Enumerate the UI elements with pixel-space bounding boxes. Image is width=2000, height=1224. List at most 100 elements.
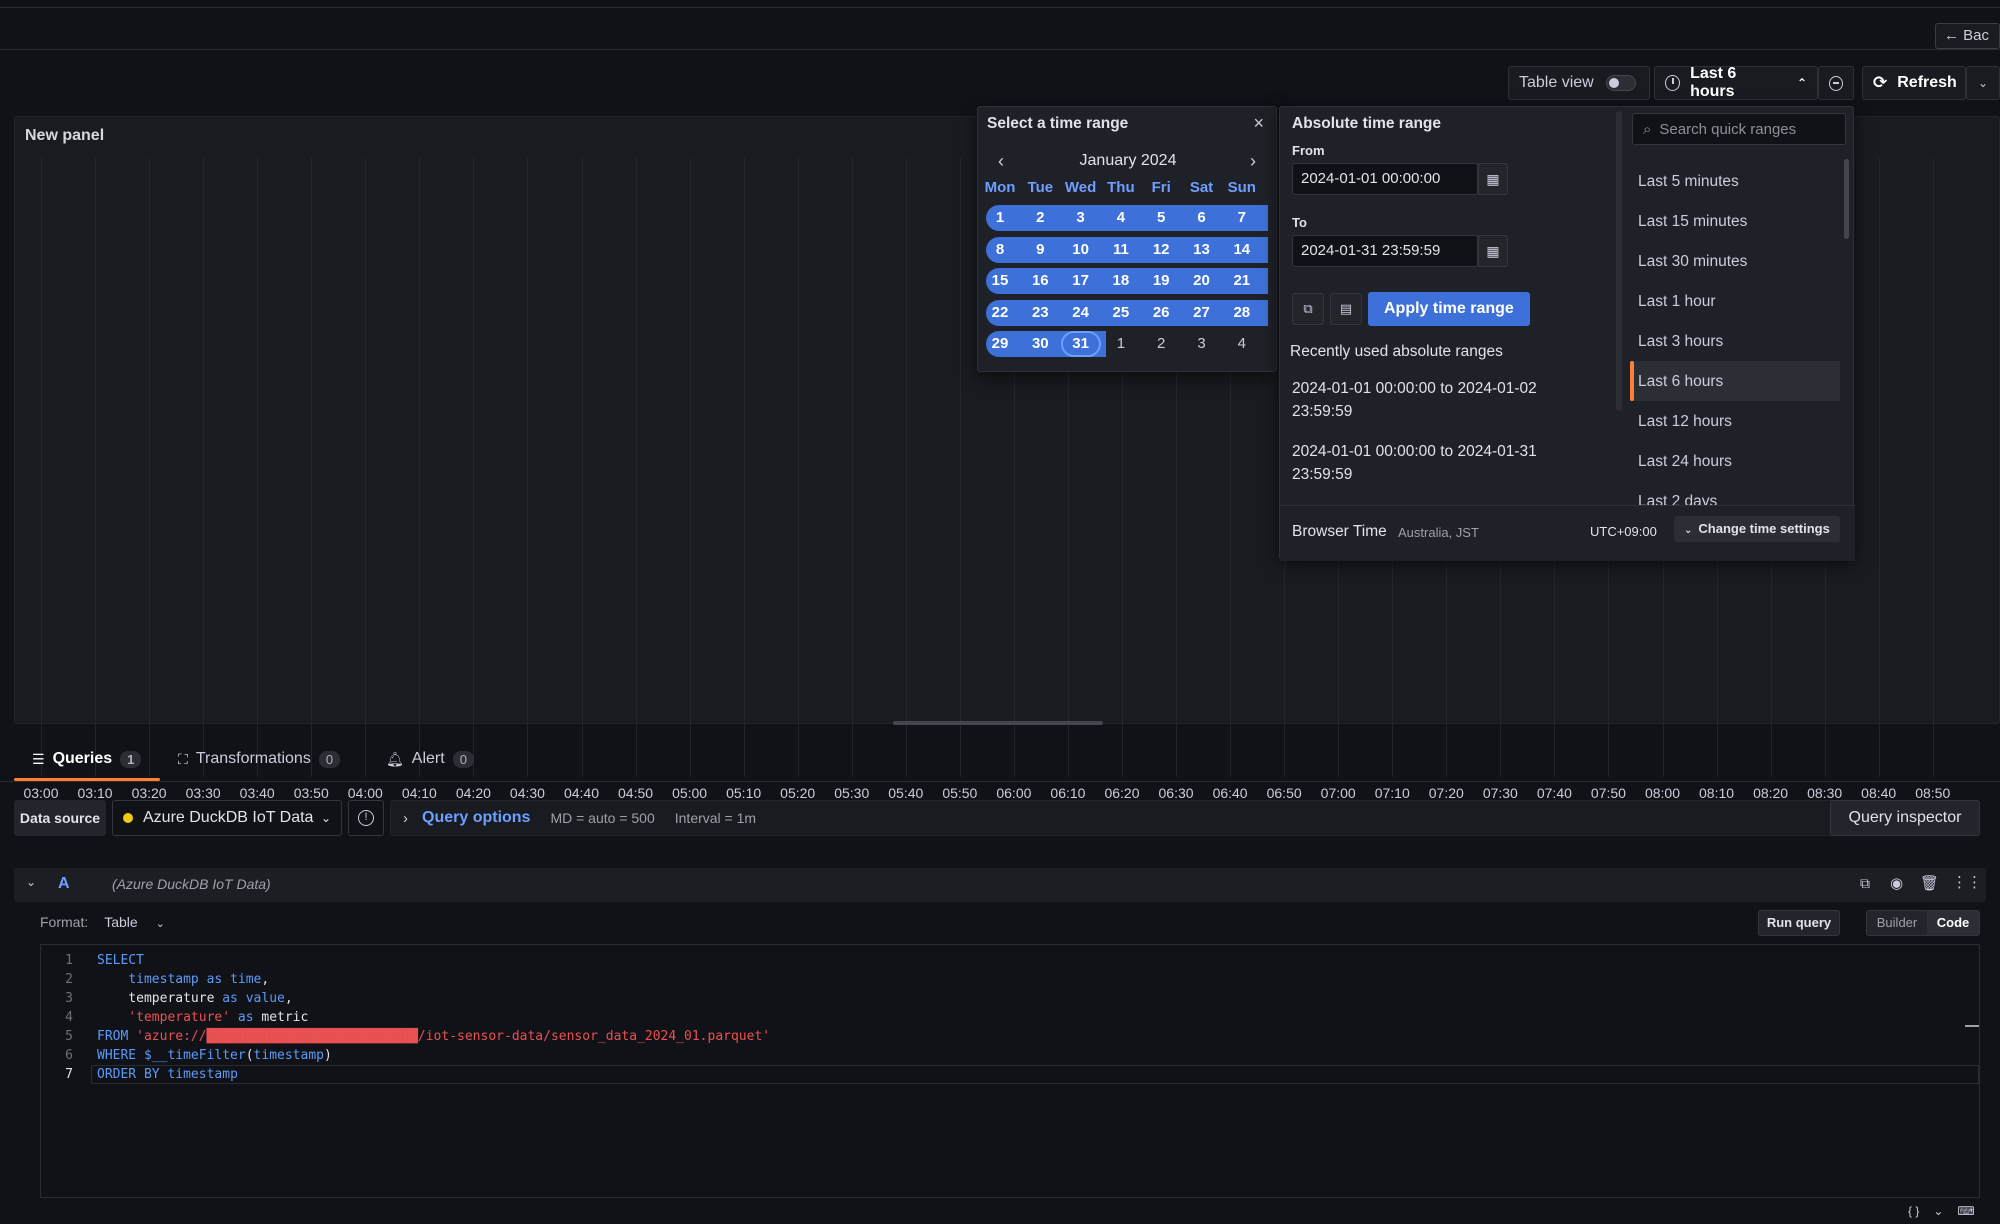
calendar-day[interactable]: 1 [980,205,1020,231]
time-range-picker-button[interactable]: Last 6 hours ⌃ [1654,65,1818,100]
calendar-day[interactable]: 17 [1061,268,1101,294]
duplicate-icon[interactable]: ⧉ [1860,875,1870,892]
calendar-day[interactable]: 11 [1101,237,1141,263]
quick-range-item[interactable]: Last 3 hours [1638,333,1723,351]
quick-range-item[interactable]: Last 6 hours [1638,373,1723,391]
tab-queries[interactable]: ☰ Queries 1 [32,750,142,768]
copy-range-button[interactable]: ⧉ [1292,293,1324,325]
quick-range-item[interactable]: Last 5 minutes [1638,173,1739,191]
calendar-day[interactable]: 3 [1061,205,1101,231]
back-button[interactable]: ← Bac [1934,23,2000,49]
recent-range-item[interactable]: 2024-01-01 00:00:00 to 2024-01-02 23:59:5… [1292,377,1612,423]
quick-range-item[interactable]: Last 1 hour [1638,293,1716,311]
calendar-day[interactable]: 16 [1020,268,1060,294]
calendar-day[interactable]: 26 [1141,300,1181,326]
calendar-day[interactable]: 15 [980,268,1020,294]
tab-transformations[interactable]: ⛶ Transformations 0 [178,750,341,768]
calendar-day[interactable]: 2 [1141,331,1181,357]
quick-range-item[interactable]: Last 30 minutes [1638,253,1747,271]
tab-alert[interactable]: 🔔︎ Alert 0 [386,750,474,768]
query-options-link[interactable]: Query options [422,809,530,827]
toggle-switch[interactable] [1605,75,1636,91]
dashboard-header: ← Bac [0,8,2000,50]
transformations-count: 0 [318,750,341,768]
calendar-day[interactable]: 9 [1020,237,1060,263]
refresh-button[interactable]: ⟳ Refresh [1862,66,1966,100]
to-calendar-button[interactable]: ▦ [1478,235,1508,267]
builder-mode-button[interactable]: Builder [1867,911,1927,935]
from-calendar-button[interactable]: ▦ [1478,163,1508,195]
calendar-day[interactable]: 4 [1222,331,1262,357]
calendar-day[interactable]: 1 [1101,331,1141,357]
calendar-day[interactable]: 14 [1222,237,1262,263]
calendar-day[interactable]: 22 [980,300,1020,326]
code-editor[interactable]: 1 2 3 4 5 6 7 SELECT timestamp as time, temper… [40,944,1980,1198]
transform-icon: ⛶ [178,750,188,767]
calendar-day[interactable]: 30 [1020,331,1060,357]
calendar-day[interactable]: 4 [1101,205,1141,231]
quick-range-item[interactable]: Last 15 minutes [1638,213,1747,231]
max-datapoints-text: MD = auto = 500 [550,810,655,826]
calendar-day[interactable]: 6 [1182,205,1222,231]
change-time-settings-button[interactable]: ⌄ Change time settings [1674,516,1840,542]
grid-line [635,157,637,777]
quick-ranges-scrollbar[interactable] [1844,159,1849,239]
grid-line [1878,157,1880,777]
calendar-day[interactable]: 23 [1020,300,1060,326]
calendar-day[interactable]: 5 [1141,205,1181,231]
calendar-day[interactable]: 13 [1182,237,1222,263]
next-month-button[interactable]: › [1250,151,1256,172]
eye-icon[interactable]: ◉ [1890,874,1903,892]
calendar-day[interactable]: 3 [1182,331,1222,357]
datasource-picker[interactable]: Azure DuckDB IoT Data ⌄ [112,800,342,836]
chevron-down-icon[interactable]: ⌄ [1933,1204,1943,1218]
calendar-day[interactable]: 31 [1060,331,1101,357]
calendar-day[interactable]: 7 [1222,205,1262,231]
drag-handle-icon[interactable]: ⋮⋮ [1952,873,1982,891]
keyboard-icon[interactable]: ⌨ [1957,1204,1974,1218]
calendar-day[interactable]: 10 [1061,237,1101,263]
line-number: 1 [65,953,73,968]
calendar-day[interactable]: 28 [1222,300,1262,326]
query-ref-id[interactable]: A [58,875,70,893]
calendar-month-label[interactable]: January 2024 [978,152,1278,170]
datasource-help-button[interactable]: ! [348,800,384,836]
apply-time-range-button[interactable]: Apply time range [1368,292,1530,326]
code-mode-button[interactable]: Code [1927,911,1979,935]
quick-search-box[interactable]: ⌕ Search quick ranges [1632,113,1846,145]
zoom-out-button[interactable] [1818,66,1854,100]
grid-line [1932,157,1934,777]
quick-range-item[interactable]: Last 24 hours [1638,453,1732,471]
recent-range-item[interactable]: 2024-01-01 00:00:00 to 2024-01-31 23:59:5… [1292,440,1612,486]
format-select[interactable]: Table ⌄ [104,914,165,930]
query-options-bar[interactable]: › Query options MD = auto = 500 Interval… [390,800,1840,836]
grid-line [851,157,853,777]
table-view-toggle[interactable]: Table view [1508,66,1650,100]
calendar-day[interactable]: 24 [1061,300,1101,326]
calendar-day[interactable]: 8 [980,237,1020,263]
utc-offset: UTC+09:00 [1590,524,1657,539]
to-input[interactable]: 2024-01-31 23:59:59 [1292,235,1478,267]
absolute-scrollbar[interactable] [1616,111,1622,411]
calendar-day[interactable]: 20 [1182,268,1222,294]
calendar-day[interactable]: 19 [1141,268,1181,294]
collapse-icon[interactable]: ⌄ [26,875,36,889]
paste-range-button[interactable]: ▤ [1330,293,1362,325]
from-input[interactable]: 2024-01-01 00:00:00 [1292,163,1478,195]
calendar-day[interactable]: 21 [1222,268,1262,294]
panel-resize-handle[interactable] [893,721,1103,725]
calendar-day[interactable]: 29 [980,331,1020,357]
calendar-day[interactable]: 25 [1101,300,1141,326]
calendar-day[interactable]: 27 [1182,300,1222,326]
trash-icon[interactable]: 🗑︎ [1920,874,1939,892]
x-tick-label: 03:50 [293,785,329,801]
calendar-day[interactable]: 2 [1020,205,1060,231]
query-inspector-button[interactable]: Query inspector [1830,800,1980,836]
braces-icon[interactable]: { } [1908,1204,1919,1218]
calendar-day[interactable]: 12 [1141,237,1181,263]
run-query-button[interactable]: Run query [1758,910,1840,936]
refresh-interval-dropdown[interactable]: ⌄ [1966,66,2000,100]
quick-range-item[interactable]: Last 12 hours [1638,413,1732,431]
close-icon[interactable]: × [1253,113,1264,134]
calendar-day[interactable]: 18 [1101,268,1141,294]
